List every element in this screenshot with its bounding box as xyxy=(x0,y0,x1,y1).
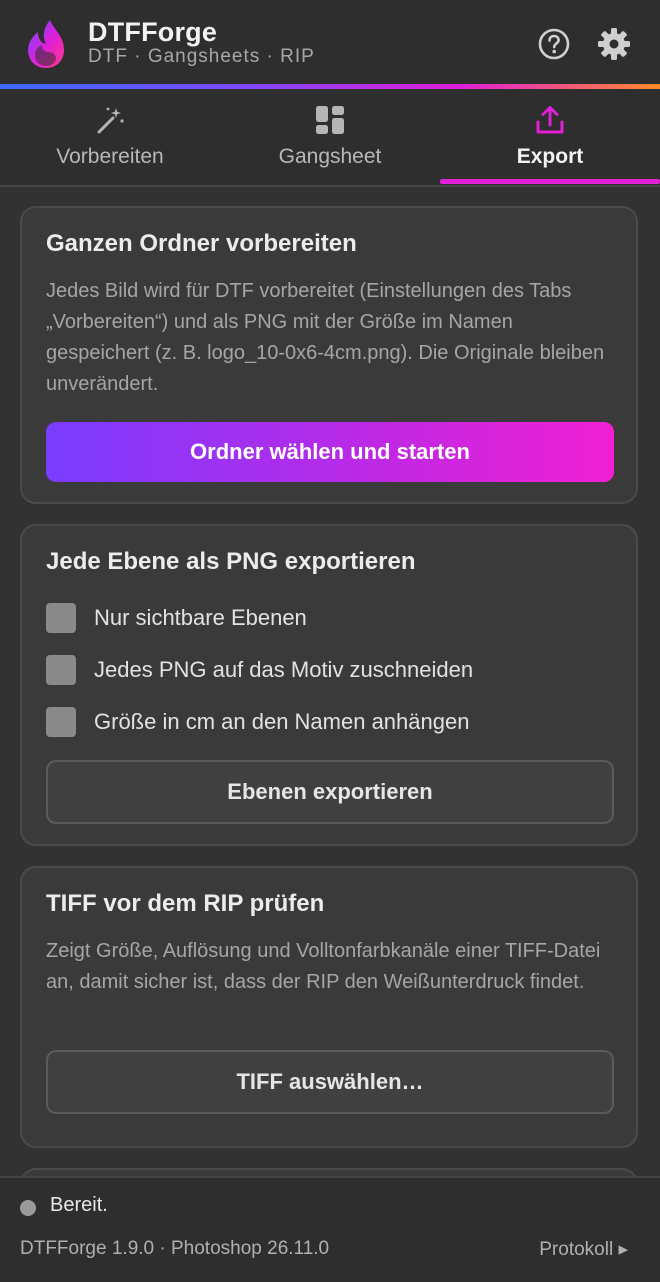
settings-button[interactable] xyxy=(596,26,632,62)
tab-export[interactable]: Export xyxy=(440,89,660,185)
card-tiff-check: TIFF vor dem RIP prüfen Zeigt Größe, Auf… xyxy=(20,866,638,1148)
export-upload-icon xyxy=(536,106,564,134)
card-title: Jede Ebene als PNG exportieren xyxy=(46,548,416,575)
status-footer: Bereit. DTFForge 1.9.0 · Photoshop 26.11… xyxy=(0,1176,660,1282)
grid-layout-icon xyxy=(316,106,344,134)
status-text: Bereit. xyxy=(50,1194,108,1216)
checkbox[interactable] xyxy=(46,707,76,737)
card-description: Jedes Bild wird für DTF vorbereitet (Ein… xyxy=(46,280,605,395)
checkbox-label: Jedes PNG auf das Motiv zuschneiden xyxy=(94,657,474,682)
version-info: DTFForge 1.9.0 · Photoshop 26.11.0 xyxy=(20,1238,330,1259)
tab-bar: Vorbereiten Gangsheet Export xyxy=(0,89,660,187)
app-subtitle: DTF · Gangsheets · RIP xyxy=(88,46,315,67)
app-title: DTFForge xyxy=(88,17,218,47)
card-description: Zeigt Größe, Auflösung und Volltonfarbka… xyxy=(46,940,601,993)
active-tab-indicator xyxy=(440,179,660,184)
help-icon xyxy=(538,28,570,60)
magic-wand-icon xyxy=(97,107,124,134)
tab-label: Vorbereiten xyxy=(56,145,164,168)
log-link[interactable]: Protokoll ▸ xyxy=(539,1238,628,1261)
checkbox[interactable] xyxy=(46,603,76,633)
option-append-size-cm[interactable]: Größe in cm an den Namen anhängen xyxy=(46,706,606,740)
help-button[interactable] xyxy=(536,26,572,62)
checkbox-label: Größe in cm an den Namen anhängen xyxy=(94,709,470,734)
card-export-layers: Jede Ebene als PNG exportieren Nur sicht… xyxy=(20,524,638,846)
choose-folder-start-button[interactable]: Ordner wählen und starten xyxy=(46,422,614,482)
card-title: TIFF vor dem RIP prüfen xyxy=(46,890,325,917)
card-prepare-folder: Ganzen Ordner vorbereiten Jedes Bild wir… xyxy=(20,206,638,504)
option-visible-layers-only[interactable]: Nur sichtbare Ebenen xyxy=(46,602,606,636)
checkbox[interactable] xyxy=(46,655,76,685)
export-layers-button[interactable]: Ebenen exportieren xyxy=(46,760,614,824)
tab-gangsheet[interactable]: Gangsheet xyxy=(220,89,440,185)
tab-label: Export xyxy=(516,145,584,168)
flame-logo-icon xyxy=(28,20,64,68)
status-indicator xyxy=(20,1200,36,1216)
app-header: DTFForge DTF · Gangsheets · RIP xyxy=(0,0,660,86)
tab-vorbereiten[interactable]: Vorbereiten xyxy=(0,89,220,185)
choose-tiff-button[interactable]: TIFF auswählen… xyxy=(46,1050,614,1114)
gear-icon xyxy=(598,28,630,60)
option-trim-to-motif[interactable]: Jedes PNG auf das Motiv zuschneiden xyxy=(46,654,606,688)
tab-label: Gangsheet xyxy=(278,145,382,168)
card-title: Ganzen Ordner vorbereiten xyxy=(46,230,357,257)
checkbox-label: Nur sichtbare Ebenen xyxy=(94,605,307,630)
